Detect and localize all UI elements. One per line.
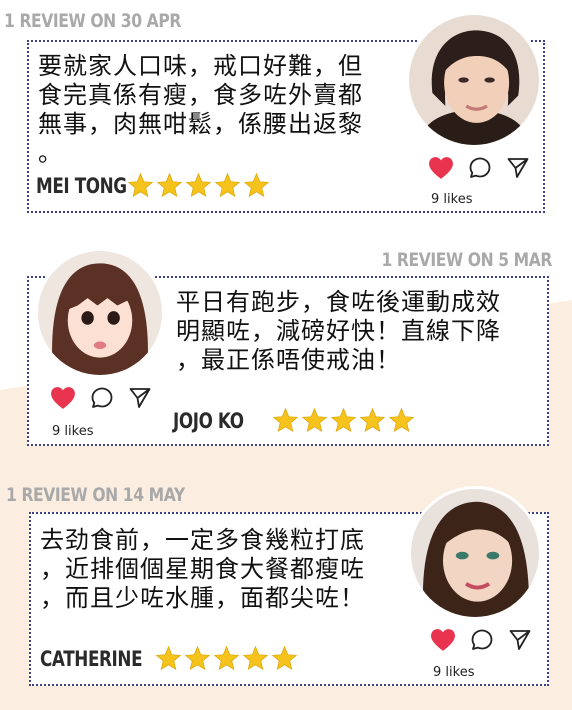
star-icon bbox=[155, 645, 182, 671]
comment-icon[interactable] bbox=[90, 386, 114, 410]
review-text: 要就家人口味，戒口好難，但 食完真係有瘦，食多咗外賣都 無事，肉無咁鬆，係腰出返… bbox=[38, 52, 363, 167]
review-text: 平日有跑步，食咗後運動成效 明顯咗，減磅好快！直線下降 ，最正係唔使戒油！ bbox=[176, 288, 501, 374]
review-text: 去劲食前，一定多食幾粒打底 ，近排個個星期食大餐都瘦咗 ，而且少咗水腫，面都尖咗… bbox=[40, 526, 365, 612]
avatar-photo bbox=[38, 251, 162, 375]
star-icon bbox=[243, 172, 270, 198]
reviewer-name: CATHERINE bbox=[40, 647, 143, 671]
review-date-heading: 1 REVIEW ON 30 APR bbox=[4, 10, 181, 32]
social-actions bbox=[428, 156, 530, 180]
star-icon bbox=[214, 172, 241, 198]
social-actions bbox=[430, 628, 532, 652]
send-icon[interactable] bbox=[508, 628, 532, 652]
rating-stars bbox=[272, 407, 415, 434]
star-icon bbox=[213, 645, 240, 671]
rating-stars bbox=[127, 172, 270, 199]
comment-icon[interactable] bbox=[468, 156, 492, 180]
review-date-heading: 1 REVIEW ON 5 MAR bbox=[381, 249, 552, 271]
heart-icon[interactable] bbox=[428, 156, 454, 180]
social-actions bbox=[50, 386, 152, 410]
star-icon bbox=[156, 172, 183, 198]
star-icon bbox=[359, 407, 386, 433]
likes-count: 9 likes bbox=[52, 424, 94, 439]
avatar-photo bbox=[411, 489, 539, 617]
avatar bbox=[35, 248, 165, 378]
star-icon bbox=[185, 172, 212, 198]
star-icon bbox=[271, 645, 298, 671]
star-icon bbox=[272, 407, 299, 433]
avatar bbox=[408, 486, 542, 620]
send-icon[interactable] bbox=[506, 156, 530, 180]
star-icon bbox=[242, 645, 269, 671]
avatar-photo bbox=[409, 15, 539, 145]
reviewer-name: JOJO KO bbox=[173, 409, 244, 433]
star-icon bbox=[127, 172, 154, 198]
avatar bbox=[406, 12, 542, 148]
heart-icon[interactable] bbox=[50, 386, 76, 410]
star-icon bbox=[388, 407, 415, 433]
likes-count: 9 likes bbox=[433, 665, 475, 680]
star-icon bbox=[301, 407, 328, 433]
rating-stars bbox=[155, 645, 298, 672]
review-date-heading: 1 REVIEW ON 14 MAY bbox=[6, 484, 185, 506]
send-icon[interactable] bbox=[128, 386, 152, 410]
reviewer-name: MEI TONG bbox=[36, 174, 127, 198]
likes-count: 9 likes bbox=[431, 192, 473, 207]
comment-icon[interactable] bbox=[470, 628, 494, 652]
star-icon bbox=[330, 407, 357, 433]
star-icon bbox=[184, 645, 211, 671]
heart-icon[interactable] bbox=[430, 628, 456, 652]
